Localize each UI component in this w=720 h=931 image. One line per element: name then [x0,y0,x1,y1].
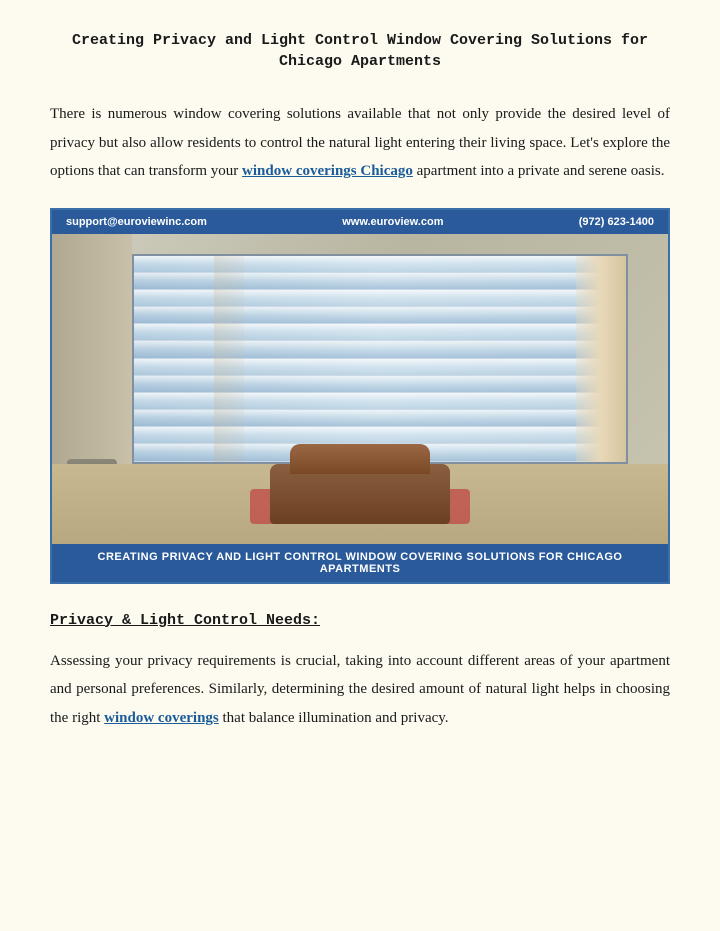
blind-strip [134,341,626,358]
blind-strip [134,256,626,273]
blind-strip [134,359,626,376]
blind-strip [134,273,626,290]
sofa-cushion [290,444,430,474]
curtain-right [576,256,626,462]
article-image-container: support@euroviewinc.com www.euroview.com… [50,208,670,584]
blind-strip [134,307,626,324]
window-coverings-link2[interactable]: window coverings [104,710,219,726]
intro-paragraph: There is numerous window covering soluti… [50,100,670,186]
blind-strip [134,290,626,307]
blind-strip [134,324,626,341]
image-top-bar: support@euroviewinc.com www.euroview.com… [52,210,668,234]
image-email: support@euroviewinc.com [66,216,207,228]
image-caption: Creating Privacy and Light Control Windo… [52,544,668,582]
window-coverings-chicago-link[interactable]: window coverings Chicago [242,163,413,179]
section1-heading: Privacy & Light Control Needs: [50,612,670,629]
image-scene: 🌿 [52,234,668,544]
sofa [270,464,450,524]
image-website: www.euroview.com [342,216,443,228]
page-container: Creating Privacy and Light Control Windo… [0,0,720,931]
furniture-area [152,424,568,524]
intro-text-after-link: apartment into a private and serene oasi… [413,163,665,179]
image-phone: (972) 623-1400 [579,216,654,228]
blind-strip [134,393,626,410]
page-title: Creating Privacy and Light Control Windo… [50,30,670,72]
section1-text-after-link: that balance illumination and privacy. [219,710,449,726]
blind-strip [134,376,626,393]
section1-paragraph: Assessing your privacy requirements is c… [50,647,670,733]
